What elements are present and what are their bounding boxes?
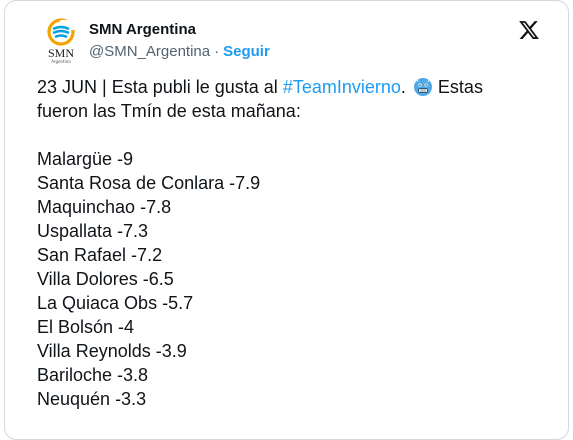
avatar-text: SMN (47, 46, 74, 60)
avatar[interactable]: SMN Argentina (41, 17, 81, 64)
temperature-item: Maquinchao -7.8 (37, 197, 172, 217)
avatar-subtext: Argentina (51, 59, 71, 64)
intro-line-1: 23 JUN | Esta publi le gusta al #TeamInv… (37, 75, 557, 99)
tweet-text: 23 JUN | Esta publi le gusta al #TeamInv… (37, 75, 557, 411)
temperature-item: Malargüe -9 (37, 149, 134, 169)
follow-button[interactable]: Seguir (223, 43, 270, 60)
cold-face-emoji-icon (413, 77, 433, 97)
intro-prefix: 23 JUN | Esta publi le gusta al (37, 77, 283, 97)
temperature-item: Villa Reynolds -3.9 (37, 341, 187, 361)
display-name[interactable]: SMN Argentina (89, 21, 196, 38)
temperature-item: La Quiaca Obs -5.7 (37, 293, 194, 313)
temperature-item: Villa Dolores -6.5 (37, 269, 174, 289)
temperature-item: El Bolsón -4 (37, 317, 135, 337)
temperature-list: Malargüe -9 Santa Rosa de Conlara -7.9 M… (37, 147, 557, 411)
intro-suffix: Estas (432, 77, 483, 97)
smn-logo-icon (47, 18, 75, 46)
handle-separator: · (214, 43, 220, 60)
tweet-header: SMN Argentina SMN Argentina @SMN_Argenti… (41, 15, 548, 65)
temperature-item: Neuquén -3.3 (37, 389, 147, 409)
intro-line-2: fueron las Tmín de esta mañana: (37, 101, 301, 121)
temperature-item: Santa Rosa de Conlara -7.9 (37, 173, 261, 193)
hashtag-link[interactable]: #TeamInvierno (283, 77, 401, 97)
temperature-item: Uspallata -7.3 (37, 221, 149, 241)
handle-row: @SMN_Argentina · Seguir (89, 43, 270, 60)
x-logo-icon[interactable] (518, 19, 540, 41)
temperature-item: San Rafael -7.2 (37, 245, 163, 265)
account-handle[interactable]: @SMN_Argentina (89, 43, 210, 60)
intro-punct: . (400, 77, 406, 97)
tweet-card: SMN Argentina SMN Argentina @SMN_Argenti… (4, 0, 569, 440)
temperature-item: Bariloche -3.8 (37, 365, 149, 385)
